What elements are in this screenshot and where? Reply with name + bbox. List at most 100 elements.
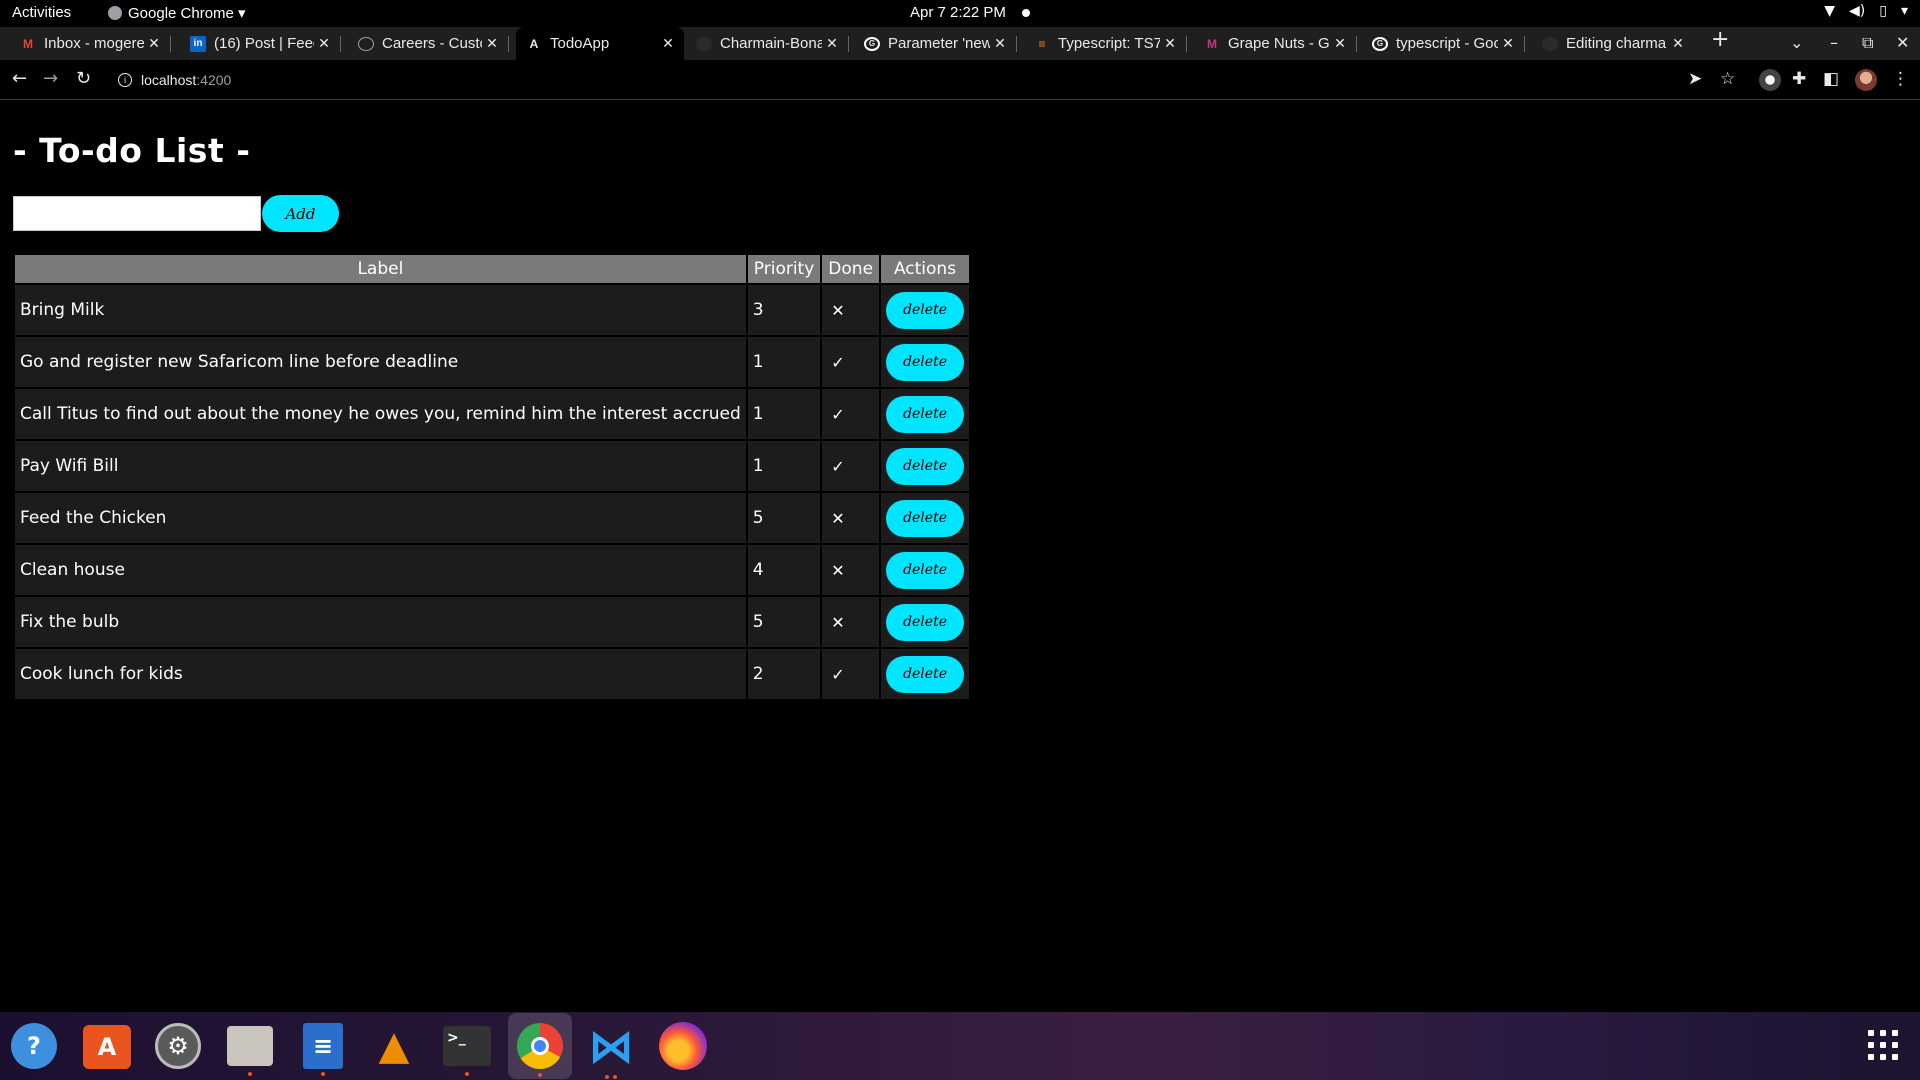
delete-button[interactable]: delete [886, 343, 965, 381]
help-icon[interactable]: ? [11, 1023, 57, 1069]
tab-separator [1186, 36, 1187, 52]
text-editor-icon[interactable]: ≡ [303, 1023, 343, 1076]
tab-separator [1524, 36, 1525, 52]
delete-button[interactable]: delete [886, 499, 965, 537]
close-icon[interactable]: ✕ [822, 35, 842, 52]
close-icon[interactable]: ✕ [1160, 35, 1180, 52]
more-menu-icon[interactable]: ⋮ [1892, 69, 1909, 89]
table-row: Fix the bulb 5 ✕ delete [15, 597, 970, 647]
tab-todoapp[interactable]: A TodoApp ✕ [516, 27, 684, 60]
profile-avatar[interactable] [1855, 69, 1877, 91]
reload-icon[interactable]: ↻ [76, 68, 91, 89]
header-priority: Priority [747, 255, 821, 283]
todo-actions: delete [881, 389, 970, 439]
send-icon[interactable]: ➤ [1688, 69, 1702, 89]
files-icon[interactable] [227, 1026, 273, 1076]
app-menu[interactable]: Google Chrome ▾ [108, 4, 246, 22]
dock: ? A ⚙ ≡ ▲ >_ ⋈ [0, 1012, 1920, 1080]
tab-search-icon[interactable]: ⌄ [1790, 33, 1803, 52]
tab-linkedin[interactable]: in (16) Post | Feed ✕ [180, 27, 341, 60]
delete-button[interactable]: delete [886, 447, 965, 485]
todo-priority: 1 [747, 337, 821, 387]
add-button[interactable]: Add [262, 195, 339, 232]
delete-button[interactable]: delete [886, 603, 965, 641]
restore-icon[interactable]: ⧉ [1862, 33, 1873, 53]
todo-label: Feed the Chicken [15, 493, 746, 543]
table-row: Cook lunch for kids 2 ✓ delete [15, 649, 970, 699]
tab-title: Typescript: TS7 [1058, 35, 1160, 52]
todo-priority: 3 [747, 285, 821, 335]
system-tray[interactable]: ▼ ◀) ▯ ▾ [1824, 3, 1908, 19]
todo-done-status: ✕ [822, 597, 880, 647]
close-icon[interactable]: ✕ [482, 35, 502, 52]
activities-button[interactable]: Activities [12, 4, 71, 21]
clock[interactable]: Apr 7 2:22 PM [910, 4, 1006, 21]
tab-separator [340, 36, 341, 52]
tab-strip: M Inbox - mogere ✕ in (16) Post | Feed ✕… [0, 27, 1920, 60]
close-icon[interactable]: ✕ [990, 35, 1010, 52]
todo-actions: delete [881, 493, 970, 543]
todo-input[interactable] [13, 196, 261, 231]
close-icon[interactable]: ✕ [144, 35, 164, 52]
tab-gmail[interactable]: M Inbox - mogere ✕ [10, 27, 171, 60]
vscode-icon[interactable]: ⋈ [587, 1019, 635, 1079]
window-close-icon[interactable]: ✕ [1896, 33, 1909, 52]
notification-dot [1022, 9, 1030, 17]
tab-github-charmain[interactable]: Charmain-Bona ✕ [686, 27, 849, 60]
new-tab-button[interactable]: + [1711, 27, 1729, 52]
delete-button[interactable]: delete [886, 395, 965, 433]
todo-done-status: ✕ [822, 545, 880, 595]
bookmark-star-icon[interactable]: ☆ [1720, 69, 1735, 89]
tab-careers[interactable]: Careers - Custo ✕ [348, 27, 509, 60]
todo-actions: delete [881, 441, 970, 491]
show-applications-icon[interactable] [1868, 1030, 1898, 1060]
close-icon[interactable]: ✕ [658, 35, 678, 52]
app-store-icon[interactable]: A [83, 1025, 131, 1069]
tab-stackoverflow[interactable]: ≡ Typescript: TS7 ✕ [1024, 27, 1187, 60]
todo-priority: 5 [747, 597, 821, 647]
tab-title: (16) Post | Feed [214, 35, 314, 52]
tab-google-typescript[interactable]: G typescript - Goo ✕ [1362, 27, 1525, 60]
running-indicator [248, 1072, 252, 1076]
chrome-dock-item[interactable] [508, 1013, 572, 1079]
table-row: Clean house 4 ✕ delete [15, 545, 970, 595]
site-info-icon[interactable]: i [118, 73, 132, 87]
terminal-icon[interactable]: >_ [443, 1026, 491, 1076]
todo-priority: 1 [747, 389, 821, 439]
tab-google-parameter[interactable]: G Parameter 'new ✕ [854, 27, 1017, 60]
page-content: - To-do List - Add Label Priority Done A… [0, 101, 1920, 1012]
address-bar[interactable]: i localhost:4200 [110, 66, 1700, 94]
tab-separator [1356, 36, 1357, 52]
table-header-row: Label Priority Done Actions [15, 255, 970, 283]
close-icon[interactable]: ✕ [1668, 35, 1688, 52]
todo-priority: 1 [747, 441, 821, 491]
minimize-icon[interactable]: – [1830, 33, 1838, 52]
forward-icon[interactable]: → [43, 68, 58, 89]
tab-separator [848, 36, 849, 52]
back-icon[interactable]: ← [12, 68, 27, 89]
table-row: Bring Milk 3 ✕ delete [15, 285, 970, 335]
tab-github-editing[interactable]: Editing charma ✕ [1532, 27, 1694, 60]
extension-icon[interactable] [1759, 69, 1781, 91]
tab-title: Editing charma [1566, 35, 1667, 52]
firefox-icon[interactable] [659, 1022, 707, 1070]
close-icon[interactable]: ✕ [1498, 35, 1518, 52]
puzzle-icon[interactable]: ✚ [1792, 69, 1806, 89]
todo-label: Bring Milk [15, 285, 746, 335]
vlc-icon[interactable]: ▲ [371, 1023, 417, 1069]
delete-button[interactable]: delete [886, 551, 965, 589]
delete-button[interactable]: delete [886, 655, 965, 693]
delete-button[interactable]: delete [886, 291, 965, 329]
battery-icon: ▯ [1879, 3, 1887, 19]
todo-done-status: ✓ [822, 389, 880, 439]
google-icon: G [864, 36, 880, 51]
close-icon[interactable]: ✕ [314, 35, 334, 52]
tab-grape-nuts[interactable]: M Grape Nuts - Go ✕ [1194, 27, 1357, 60]
todo-actions: delete [881, 285, 970, 335]
side-panel-icon[interactable]: ◧ [1823, 69, 1839, 89]
todo-priority: 5 [747, 493, 821, 543]
table-row: Pay Wifi Bill 1 ✓ delete [15, 441, 970, 491]
close-icon[interactable]: ✕ [1330, 35, 1350, 52]
page-title: - To-do List - [13, 131, 251, 170]
settings-icon[interactable]: ⚙ [155, 1023, 201, 1069]
